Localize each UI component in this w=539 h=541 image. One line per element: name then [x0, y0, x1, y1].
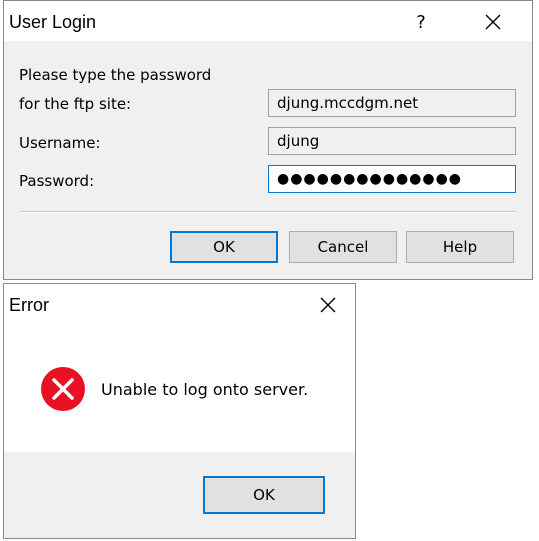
error-message: Unable to log onto server. [101, 380, 309, 399]
close-x-glyph [485, 14, 501, 30]
error-title: Error [9, 295, 49, 315]
login-titlebar: User Login ? [4, 1, 532, 41]
login-title: User Login [9, 12, 97, 32]
prompt-line-1: Please type the password [19, 66, 212, 84]
error-close-x-glyph [320, 297, 336, 313]
error-dialog: Error Unable to log onto server. OK [3, 283, 356, 539]
login-help-button[interactable]: Help [406, 231, 514, 263]
error-close-icon[interactable] [312, 289, 344, 321]
username-field: djung [268, 127, 516, 155]
error-titlebar: Error [4, 284, 355, 324]
password-input[interactable]: ●●●●●●●●●●●●●● [268, 165, 516, 193]
error-icon [41, 367, 85, 411]
site-field: djung.mccdgm.net [268, 89, 516, 117]
password-label: Password: [19, 172, 95, 190]
login-separator [20, 211, 516, 213]
prompt-line-2: for the ftp site: [19, 95, 132, 113]
help-glyph: ? [416, 11, 426, 33]
login-cancel-button[interactable]: Cancel [289, 231, 397, 263]
login-ok-button[interactable]: OK [170, 231, 278, 263]
user-login-dialog: User Login ? Please type the password fo… [3, 0, 533, 280]
help-icon[interactable]: ? [405, 6, 437, 38]
error-ok-button[interactable]: OK [203, 476, 325, 514]
username-label: Username: [19, 134, 101, 152]
error-body: Unable to log onto server. [4, 324, 355, 452]
close-icon[interactable] [477, 6, 509, 38]
